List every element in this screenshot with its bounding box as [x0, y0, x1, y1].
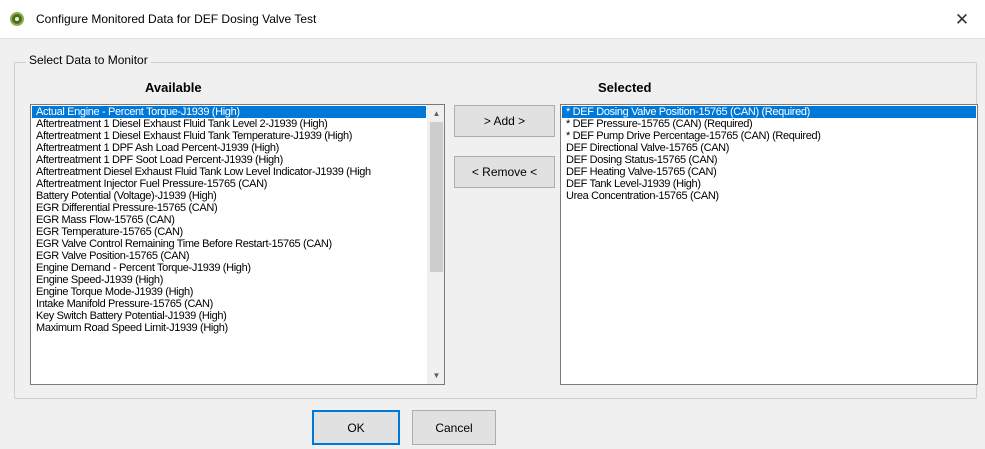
available-items: Actual Engine - Percent Torque-J1939 (Hi… — [32, 106, 426, 334]
list-item[interactable]: Aftertreatment 1 Diesel Exhaust Fluid Ta… — [32, 118, 426, 130]
list-item[interactable]: Aftertreatment Injector Fuel Pressure-15… — [32, 178, 426, 190]
selected-heading: Selected — [598, 80, 652, 95]
list-item[interactable]: DEF Tank Level-J1939 (High) — [562, 178, 976, 190]
cancel-button[interactable]: Cancel — [412, 410, 496, 445]
available-scrollbar[interactable]: ▲ ▼ — [427, 105, 444, 384]
window-title: Configure Monitored Data for DEF Dosing … — [36, 12, 317, 26]
add-button[interactable]: > Add > — [454, 105, 555, 137]
list-item[interactable]: EGR Mass Flow-15765 (CAN) — [32, 214, 426, 226]
remove-button[interactable]: < Remove < — [454, 156, 555, 188]
list-item[interactable]: Engine Torque Mode-J1939 (High) — [32, 286, 426, 298]
list-item[interactable]: Engine Speed-J1939 (High) — [32, 274, 426, 286]
list-item[interactable]: DEF Heating Valve-15765 (CAN) — [562, 166, 976, 178]
list-item[interactable]: DEF Dosing Status-15765 (CAN) — [562, 154, 976, 166]
list-item[interactable]: * DEF Pressure-15765 (CAN) (Required) — [562, 118, 976, 130]
list-item[interactable]: * DEF Dosing Valve Position-15765 (CAN) … — [562, 106, 976, 118]
available-listbox[interactable]: Actual Engine - Percent Torque-J1939 (Hi… — [30, 104, 445, 385]
scroll-down-icon[interactable]: ▼ — [428, 367, 444, 384]
close-icon[interactable]: ✕ — [939, 0, 985, 39]
title-bar: Configure Monitored Data for DEF Dosing … — [0, 0, 985, 39]
list-item[interactable]: Actual Engine - Percent Torque-J1939 (Hi… — [32, 106, 426, 118]
groupbox-label: Select Data to Monitor — [26, 53, 151, 67]
list-item[interactable]: Key Switch Battery Potential-J1939 (High… — [32, 310, 426, 322]
list-item[interactable]: Engine Demand - Percent Torque-J1939 (Hi… — [32, 262, 426, 274]
list-item[interactable]: Intake Manifold Pressure-15765 (CAN) — [32, 298, 426, 310]
list-item[interactable]: Aftertreatment 1 DPF Soot Load Percent-J… — [32, 154, 426, 166]
list-item[interactable]: Aftertreatment 1 Diesel Exhaust Fluid Ta… — [32, 130, 426, 142]
list-item[interactable]: EGR Differential Pressure-15765 (CAN) — [32, 202, 426, 214]
list-item[interactable]: Battery Potential (Voltage)-J1939 (High) — [32, 190, 426, 202]
list-item[interactable]: Urea Concentration-15765 (CAN) — [562, 190, 976, 202]
list-item[interactable]: Aftertreatment 1 DPF Ash Load Percent-J1… — [32, 142, 426, 154]
selected-items: * DEF Dosing Valve Position-15765 (CAN) … — [562, 106, 976, 202]
list-item[interactable]: EGR Temperature-15765 (CAN) — [32, 226, 426, 238]
selected-listbox[interactable]: * DEF Dosing Valve Position-15765 (CAN) … — [560, 104, 978, 385]
scroll-up-icon[interactable]: ▲ — [428, 105, 444, 122]
list-item[interactable]: EGR Valve Position-15765 (CAN) — [32, 250, 426, 262]
list-item[interactable]: Maximum Road Speed Limit-J1939 (High) — [32, 322, 426, 334]
app-logo-icon — [10, 12, 24, 26]
scroll-thumb[interactable] — [430, 122, 443, 272]
list-item[interactable]: * DEF Pump Drive Percentage-15765 (CAN) … — [562, 130, 976, 142]
list-item[interactable]: EGR Valve Control Remaining Time Before … — [32, 238, 426, 250]
list-item[interactable]: Aftertreatment Diesel Exhaust Fluid Tank… — [32, 166, 426, 178]
ok-button[interactable]: OK — [312, 410, 400, 445]
list-item[interactable]: DEF Directional Valve-15765 (CAN) — [562, 142, 976, 154]
available-heading: Available — [145, 80, 202, 95]
